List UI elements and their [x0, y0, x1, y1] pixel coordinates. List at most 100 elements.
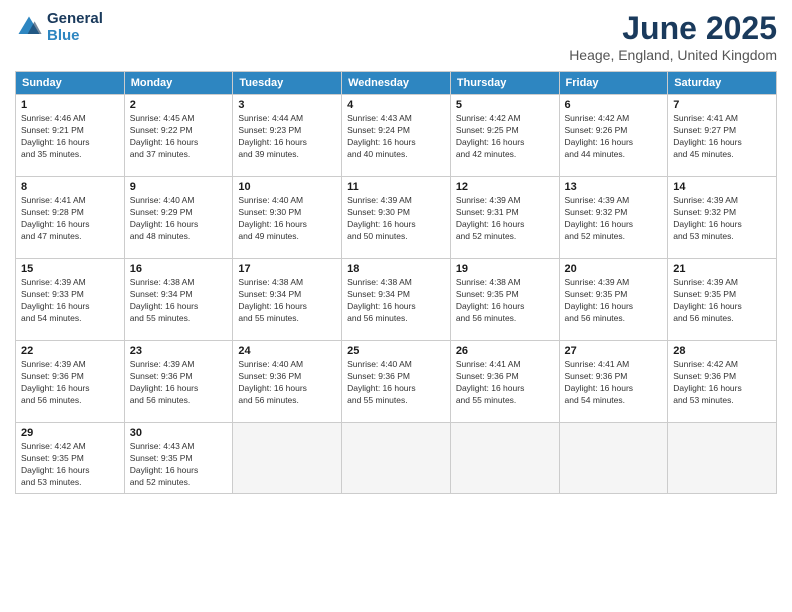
day-number: 16 — [130, 263, 228, 275]
col-sunday: Sunday — [16, 72, 125, 95]
table-row: 27 Sunrise: 4:41 AMSunset: 9:36 PMDayligh… — [559, 341, 668, 423]
day-number: 18 — [347, 263, 445, 275]
table-row — [342, 423, 451, 494]
day-info: Sunrise: 4:39 AMSunset: 9:36 PMDaylight:… — [130, 359, 228, 407]
table-row: 12 Sunrise: 4:39 AMSunset: 9:31 PMDayligh… — [450, 177, 559, 259]
calendar-week-2: 8 Sunrise: 4:41 AMSunset: 9:28 PMDaylight… — [16, 177, 777, 259]
table-row: 24 Sunrise: 4:40 AMSunset: 9:36 PMDayligh… — [233, 341, 342, 423]
table-row: 6 Sunrise: 4:42 AMSunset: 9:26 PMDaylight… — [559, 95, 668, 177]
table-row: 17Sunrise: 4:38 AMSunset: 9:34 PMDayligh… — [233, 259, 342, 341]
day-info: Sunrise: 4:39 AMSunset: 9:36 PMDaylight:… — [21, 359, 119, 407]
title-section: June 2025 Heage, England, United Kingdom — [569, 10, 777, 63]
day-number: 6 — [565, 99, 663, 111]
table-row: 25 Sunrise: 4:40 AMSunset: 9:36 PMDayligh… — [342, 341, 451, 423]
table-row: 18 Sunrise: 4:38 AMSunset: 9:34 PMDayligh… — [342, 259, 451, 341]
table-row: 28 Sunrise: 4:42 AMSunset: 9:36 PMDayligh… — [668, 341, 777, 423]
day-number: 2 — [130, 99, 228, 111]
day-info: Sunrise: 4:46 AMSunset: 9:21 PMDaylight:… — [21, 113, 119, 161]
day-number: 30 — [130, 427, 228, 439]
day-info: Sunrise: 4:40 AMSunset: 9:36 PMDaylight:… — [238, 359, 336, 407]
day-info: Sunrise: 4:40 AMSunset: 9:36 PMDaylight:… — [347, 359, 445, 407]
day-info: Sunrise: 4:38 AMSunset: 9:34 PMDaylight:… — [347, 277, 445, 325]
day-number: 8 — [21, 181, 119, 193]
day-number: 19 — [456, 263, 554, 275]
table-row: 14 Sunrise: 4:39 AMSunset: 9:32 PMDayligh… — [668, 177, 777, 259]
day-number: 17 — [238, 263, 336, 275]
table-row: 10 Sunrise: 4:40 AMSunset: 9:30 PMDayligh… — [233, 177, 342, 259]
table-row: 9Sunrise: 4:40 AMSunset: 9:29 PMDaylight… — [124, 177, 233, 259]
day-info: Sunrise: 4:41 AMSunset: 9:27 PMDaylight:… — [673, 113, 771, 161]
day-number: 22 — [21, 345, 119, 357]
day-number: 13 — [565, 181, 663, 193]
calendar-week-3: 15Sunrise: 4:39 AMSunset: 9:33 PMDayligh… — [16, 259, 777, 341]
day-number: 24 — [238, 345, 336, 357]
table-row: 15Sunrise: 4:39 AMSunset: 9:33 PMDayligh… — [16, 259, 125, 341]
day-number: 4 — [347, 99, 445, 111]
calendar: Sunday Monday Tuesday Wednesday Thursday… — [15, 71, 777, 494]
day-info: Sunrise: 4:45 AMSunset: 9:22 PMDaylight:… — [130, 113, 228, 161]
day-number: 12 — [456, 181, 554, 193]
table-row: 23 Sunrise: 4:39 AMSunset: 9:36 PMDayligh… — [124, 341, 233, 423]
day-info: Sunrise: 4:39 AMSunset: 9:30 PMDaylight:… — [347, 195, 445, 243]
day-info: Sunrise: 4:38 AMSunset: 9:34 PMDaylight:… — [130, 277, 228, 325]
day-number: 21 — [673, 263, 771, 275]
day-info: Sunrise: 4:39 AMSunset: 9:32 PMDaylight:… — [673, 195, 771, 243]
day-number: 25 — [347, 345, 445, 357]
table-row: 26 Sunrise: 4:41 AMSunset: 9:36 PMDayligh… — [450, 341, 559, 423]
day-info: Sunrise: 4:38 AMSunset: 9:35 PMDaylight:… — [456, 277, 554, 325]
day-number: 29 — [21, 427, 119, 439]
day-number: 23 — [130, 345, 228, 357]
day-info: Sunrise: 4:43 AMSunset: 9:35 PMDaylight:… — [130, 441, 228, 489]
location: Heage, England, United Kingdom — [569, 47, 777, 63]
table-row: 5Sunrise: 4:42 AMSunset: 9:25 PMDaylight… — [450, 95, 559, 177]
logo-text: General Blue — [47, 10, 103, 44]
logo-icon — [15, 13, 43, 41]
table-row — [559, 423, 668, 494]
day-info: Sunrise: 4:39 AMSunset: 9:31 PMDaylight:… — [456, 195, 554, 243]
calendar-week-5: 29 Sunrise: 4:42 AMSunset: 9:35 PMDayligh… — [16, 423, 777, 494]
day-number: 20 — [565, 263, 663, 275]
calendar-header-row: Sunday Monday Tuesday Wednesday Thursday… — [16, 72, 777, 95]
calendar-week-4: 22 Sunrise: 4:39 AMSunset: 9:36 PMDayligh… — [16, 341, 777, 423]
table-row: 7 Sunrise: 4:41 AMSunset: 9:27 PMDaylight… — [668, 95, 777, 177]
day-info: Sunrise: 4:40 AMSunset: 9:30 PMDaylight:… — [238, 195, 336, 243]
day-info: Sunrise: 4:42 AMSunset: 9:26 PMDaylight:… — [565, 113, 663, 161]
day-info: Sunrise: 4:44 AMSunset: 9:23 PMDaylight:… — [238, 113, 336, 161]
day-info: Sunrise: 4:41 AMSunset: 9:28 PMDaylight:… — [21, 195, 119, 243]
day-info: Sunrise: 4:39 AMSunset: 9:35 PMDaylight:… — [565, 277, 663, 325]
day-number: 7 — [673, 99, 771, 111]
day-number: 27 — [565, 345, 663, 357]
day-info: Sunrise: 4:42 AMSunset: 9:25 PMDaylight:… — [456, 113, 554, 161]
day-info: Sunrise: 4:41 AMSunset: 9:36 PMDaylight:… — [456, 359, 554, 407]
day-number: 28 — [673, 345, 771, 357]
table-row: 21Sunrise: 4:39 AMSunset: 9:35 PMDayligh… — [668, 259, 777, 341]
day-info: Sunrise: 4:42 AMSunset: 9:35 PMDaylight:… — [21, 441, 119, 489]
day-info: Sunrise: 4:41 AMSunset: 9:36 PMDaylight:… — [565, 359, 663, 407]
table-row: 1 Sunrise: 4:46 AMSunset: 9:21 PMDaylight… — [16, 95, 125, 177]
table-row — [450, 423, 559, 494]
day-number: 10 — [238, 181, 336, 193]
table-row: 3 Sunrise: 4:44 AMSunset: 9:23 PMDaylight… — [233, 95, 342, 177]
col-wednesday: Wednesday — [342, 72, 451, 95]
day-number: 26 — [456, 345, 554, 357]
day-number: 11 — [347, 181, 445, 193]
table-row: 8 Sunrise: 4:41 AMSunset: 9:28 PMDaylight… — [16, 177, 125, 259]
table-row: 13Sunrise: 4:39 AMSunset: 9:32 PMDayligh… — [559, 177, 668, 259]
table-row: 30 Sunrise: 4:43 AMSunset: 9:35 PMDayligh… — [124, 423, 233, 494]
table-row — [668, 423, 777, 494]
col-thursday: Thursday — [450, 72, 559, 95]
day-info: Sunrise: 4:42 AMSunset: 9:36 PMDaylight:… — [673, 359, 771, 407]
day-number: 3 — [238, 99, 336, 111]
calendar-week-1: 1 Sunrise: 4:46 AMSunset: 9:21 PMDaylight… — [16, 95, 777, 177]
day-info: Sunrise: 4:43 AMSunset: 9:24 PMDaylight:… — [347, 113, 445, 161]
day-number: 15 — [21, 263, 119, 275]
table-row: 19 Sunrise: 4:38 AMSunset: 9:35 PMDayligh… — [450, 259, 559, 341]
day-number: 9 — [130, 181, 228, 193]
header: General Blue June 2025 Heage, England, U… — [15, 10, 777, 63]
day-number: 1 — [21, 99, 119, 111]
table-row: 20 Sunrise: 4:39 AMSunset: 9:35 PMDayligh… — [559, 259, 668, 341]
table-row: 11 Sunrise: 4:39 AMSunset: 9:30 PMDayligh… — [342, 177, 451, 259]
day-number: 14 — [673, 181, 771, 193]
table-row: 29 Sunrise: 4:42 AMSunset: 9:35 PMDayligh… — [16, 423, 125, 494]
col-friday: Friday — [559, 72, 668, 95]
